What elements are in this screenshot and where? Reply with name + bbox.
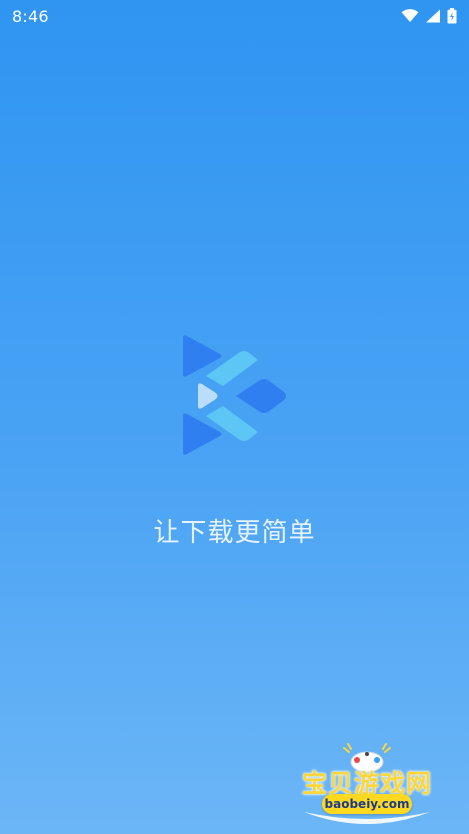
status-time: 8:46 xyxy=(12,6,49,26)
watermark: 宝贝游戏网 baobeiy.com xyxy=(292,742,442,832)
battery-icon xyxy=(447,8,457,24)
wifi-icon xyxy=(401,9,419,23)
signal-icon xyxy=(425,9,441,23)
app-logo-icon xyxy=(176,334,292,458)
slogan-text: 让下载更简单 xyxy=(153,518,316,548)
status-bar: 8:46 xyxy=(0,0,469,32)
watermark-swoosh xyxy=(302,810,432,830)
status-icons xyxy=(401,8,457,24)
